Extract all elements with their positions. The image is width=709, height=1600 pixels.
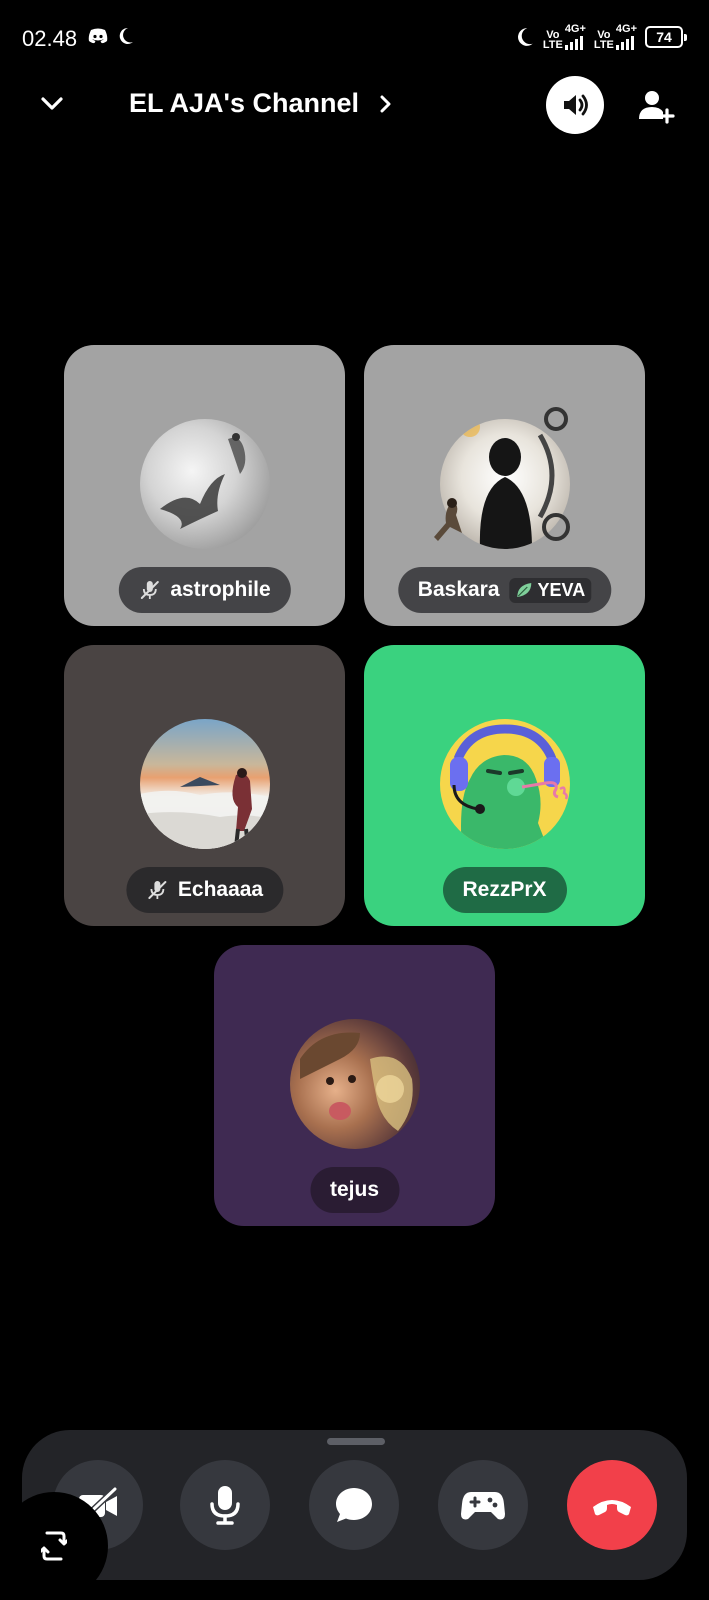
- game-controller-icon: [461, 1492, 505, 1520]
- chevron-right-icon[interactable]: [376, 90, 396, 118]
- call-header: EL AJA's Channel: [0, 72, 709, 138]
- status-bar: 02.48 Vo LTE 4G+ Vo LTE 4G+ 74: [0, 0, 709, 72]
- speaker-icon: [564, 94, 588, 116]
- call-controls-bar: [22, 1430, 687, 1580]
- muted-microphone-icon: [140, 581, 159, 599]
- chevron-down-icon[interactable]: [34, 86, 70, 122]
- hang-up-icon: [593, 1500, 631, 1516]
- participant-nametag: tejus: [309, 1167, 400, 1213]
- participant-nametag: astrophile: [118, 567, 291, 613]
- participant-tile-rezzprx[interactable]: RezzPrX: [364, 645, 645, 926]
- leaf-icon: [517, 583, 532, 597]
- participant-nametag: Baskara YEVA: [397, 567, 612, 613]
- avatar: [290, 1019, 420, 1149]
- participant-tile-astrophile[interactable]: astrophile: [64, 345, 345, 626]
- moon-icon: [119, 27, 133, 44]
- sim2-signal: Vo LTE 4G+: [593, 23, 637, 51]
- muted-microphone-icon: [147, 881, 166, 899]
- participant-tile-tejus[interactable]: tejus: [214, 945, 495, 1226]
- drag-handle[interactable]: [327, 1438, 385, 1445]
- status-right-icons: Vo LTE 4G+ Vo LTE 4G+ 74: [515, 23, 687, 51]
- participant-nametag: RezzPrX: [442, 867, 567, 913]
- chat-button[interactable]: [309, 1460, 399, 1550]
- activities-button[interactable]: [438, 1460, 528, 1550]
- avatar: [140, 419, 270, 549]
- participant-name: tejus: [329, 1178, 380, 1201]
- discord-icon: [88, 28, 108, 44]
- participant-name: RezzPrX: [462, 878, 547, 901]
- microphone-button[interactable]: [180, 1460, 270, 1550]
- participant-nametag: Echaaaa: [125, 867, 284, 913]
- avatar: [140, 719, 270, 849]
- sim1-signal: Vo LTE 4G+: [542, 23, 586, 51]
- switch-camera-button[interactable]: [0, 1492, 108, 1600]
- moon-icon: [517, 28, 533, 46]
- participant-name: Baskara: [417, 578, 500, 601]
- avatar: [440, 719, 570, 849]
- server-tag-badge: YEVA: [509, 577, 592, 603]
- participant-tile-echaaaa[interactable]: Echaaaa: [64, 645, 345, 926]
- chat-icon: [336, 1488, 372, 1522]
- status-time: 02.48: [22, 26, 78, 51]
- avatar: [434, 407, 570, 549]
- participant-tile-baskara[interactable]: Baskara YEVA: [364, 345, 645, 626]
- hang-up-button[interactable]: [567, 1460, 657, 1550]
- status-left-icons: [88, 27, 134, 45]
- battery-indicator: 74: [645, 26, 687, 48]
- participant-name: astrophile: [170, 578, 271, 601]
- switch-camera-icon: [41, 1531, 67, 1561]
- microphone-icon: [210, 1486, 240, 1525]
- channel-title[interactable]: EL AJA's Channel: [129, 88, 359, 119]
- add-user-icon[interactable]: [636, 86, 676, 126]
- speaker-button[interactable]: [546, 76, 604, 134]
- participant-name: Echaaaa: [177, 878, 264, 901]
